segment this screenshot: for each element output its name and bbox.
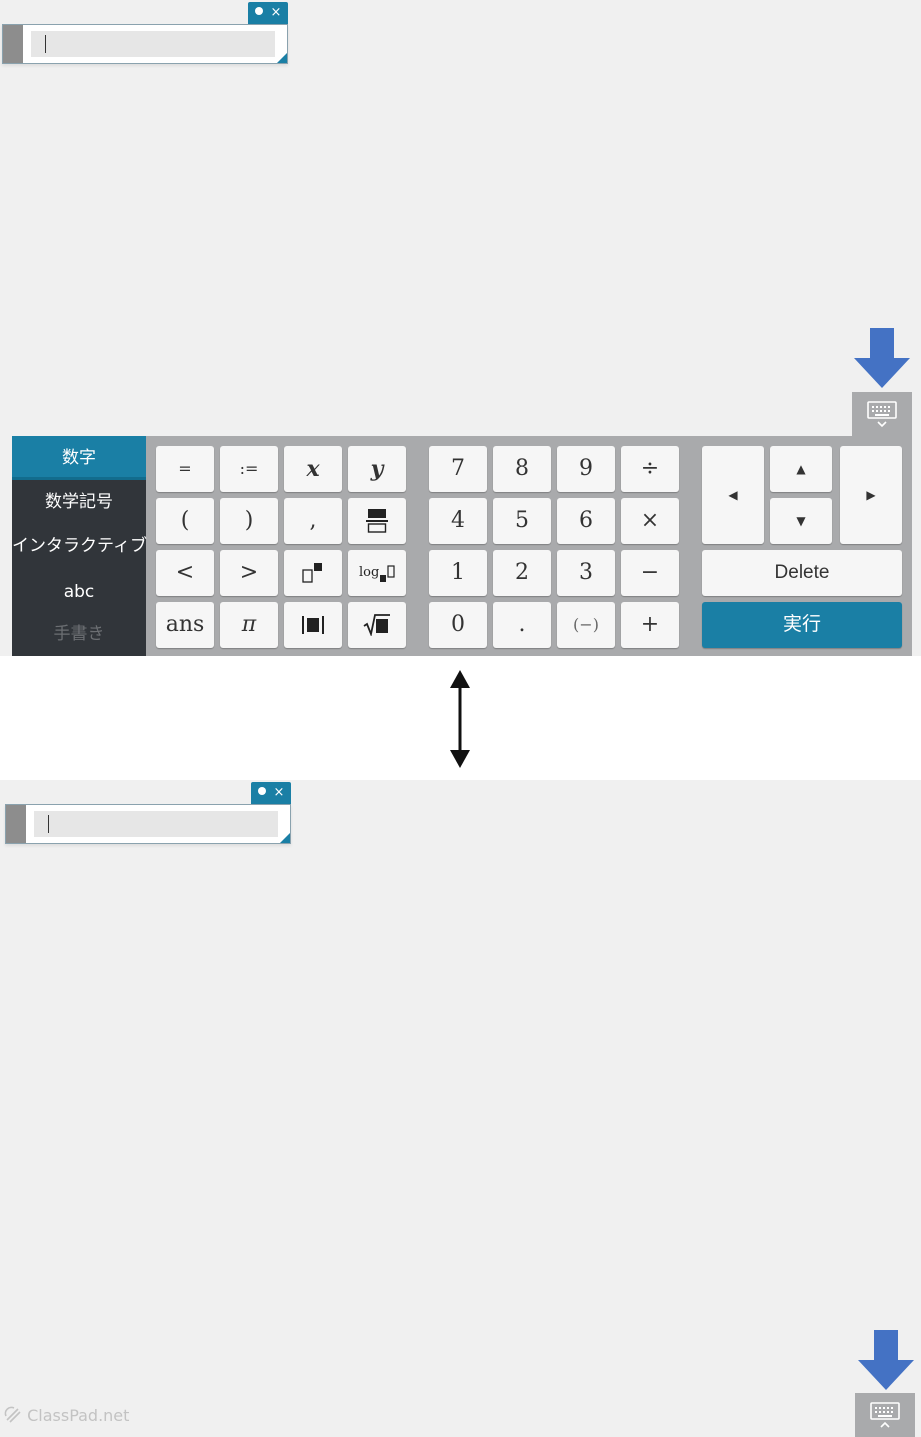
key-sqrt[interactable]: [348, 602, 406, 648]
classpad-logo-icon: [4, 1406, 21, 1423]
double-arrow-icon: [450, 670, 470, 768]
widget-frame: [2, 24, 288, 64]
key-abs[interactable]: [284, 602, 342, 648]
key-plus[interactable]: +: [621, 602, 679, 648]
key-x[interactable]: x: [284, 446, 342, 492]
key-equals[interactable]: =: [156, 446, 214, 492]
widget-tab: ×: [248, 2, 288, 24]
key-comma[interactable]: ,: [284, 498, 342, 544]
math-input-widget-bottom: ×: [5, 782, 291, 844]
math-input-widget-top: ×: [2, 2, 288, 64]
key-open-paren[interactable]: (: [156, 498, 214, 544]
category-interactive[interactable]: インタラクティブ: [12, 524, 147, 568]
log-icon: log: [359, 565, 395, 582]
key-0[interactable]: 0: [429, 602, 487, 648]
key-define[interactable]: :=: [220, 446, 278, 492]
key-decimal[interactable]: .: [493, 602, 551, 648]
key-minus[interactable]: −: [621, 550, 679, 596]
key-greater-than[interactable]: >: [220, 550, 278, 596]
widget-close-button[interactable]: ×: [271, 5, 282, 20]
keyboard-toggle-button[interactable]: [855, 1393, 915, 1437]
widget-move-handle[interactable]: [254, 7, 263, 15]
math-input-field[interactable]: [34, 811, 278, 837]
key-ans[interactable]: ans: [156, 602, 214, 648]
text-caret: [45, 35, 46, 53]
widget-move-handle[interactable]: [257, 787, 266, 795]
key-fraction[interactable]: [348, 498, 406, 544]
resize-corner-icon[interactable]: [277, 53, 287, 63]
cursor-down-button[interactable]: ▼: [770, 498, 832, 544]
power-icon: [302, 563, 322, 583]
key-2[interactable]: 2: [493, 550, 551, 596]
delete-button[interactable]: Delete: [702, 550, 902, 596]
execute-button[interactable]: 実行: [702, 602, 902, 648]
key-close-paren[interactable]: ): [220, 498, 278, 544]
virtual-keyboard: 数字 数学記号 インタラクティブ abc 手書き = := x y ( ) , …: [12, 436, 912, 656]
category-abc[interactable]: abc: [12, 570, 146, 614]
category-math-symbols[interactable]: 数学記号: [12, 480, 146, 524]
fraction-icon: [366, 509, 388, 533]
cursor-left-button[interactable]: ◀: [702, 446, 764, 544]
key-multiply[interactable]: ×: [621, 498, 679, 544]
key-4[interactable]: 4: [429, 498, 487, 544]
keyboard-icon: [870, 1402, 900, 1428]
key-6[interactable]: 6: [557, 498, 615, 544]
sqrt-icon: [363, 614, 390, 638]
widget-tab: ×: [251, 782, 291, 804]
widget-drag-handle[interactable]: [3, 25, 23, 63]
text-caret: [48, 815, 49, 833]
key-divide[interactable]: ÷: [621, 446, 679, 492]
key-pi[interactable]: π: [220, 602, 278, 648]
arrow-down-icon: [858, 1330, 914, 1390]
key-5[interactable]: 5: [493, 498, 551, 544]
abs-icon: [302, 616, 324, 634]
key-8[interactable]: 8: [493, 446, 551, 492]
svg-text:log: log: [359, 565, 379, 580]
keyboard-toggle-button[interactable]: [852, 392, 912, 436]
widget-drag-handle[interactable]: [6, 805, 26, 843]
widget-frame: [5, 804, 291, 844]
cursor-right-button[interactable]: ▶: [840, 446, 902, 544]
category-handwriting[interactable]: 手書き: [12, 612, 146, 656]
key-power[interactable]: [284, 550, 342, 596]
key-9[interactable]: 9: [557, 446, 615, 492]
category-numbers[interactable]: 数字: [12, 436, 146, 480]
category-sidebar: 数字 数学記号 インタラクティブ abc 手書き: [12, 436, 147, 656]
cursor-up-button[interactable]: ▲: [770, 446, 832, 492]
key-1[interactable]: 1: [429, 550, 487, 596]
brand-name: ClassPad.net: [27, 1406, 130, 1425]
keyboard-icon: [867, 401, 897, 428]
key-3[interactable]: 3: [557, 550, 615, 596]
key-7[interactable]: 7: [429, 446, 487, 492]
key-log[interactable]: log: [348, 550, 406, 596]
math-input-field[interactable]: [31, 31, 275, 57]
key-negative[interactable]: (−): [557, 602, 615, 648]
key-less-than[interactable]: <: [156, 550, 214, 596]
brand-footer: ClassPad.net: [4, 1406, 129, 1425]
widget-close-button[interactable]: ×: [274, 785, 285, 800]
resize-corner-icon[interactable]: [280, 833, 290, 843]
key-y[interactable]: y: [348, 446, 406, 492]
arrow-down-icon: [854, 328, 910, 388]
